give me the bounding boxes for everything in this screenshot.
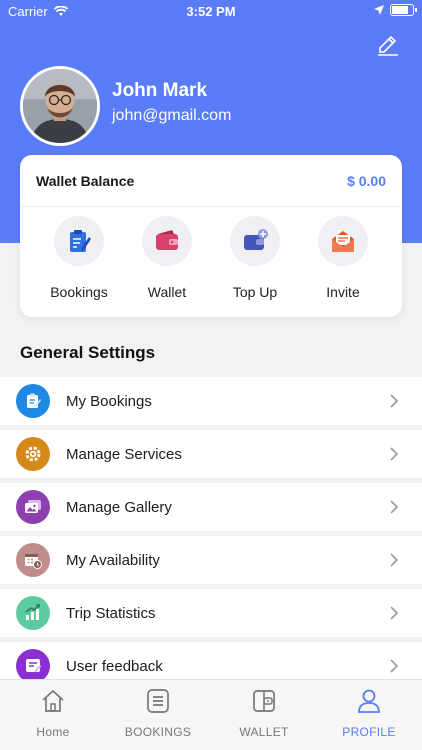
settings-item-label: Manage Services (66, 445, 182, 463)
tab-label: WALLET (239, 725, 289, 739)
home-icon (42, 689, 64, 712)
tab-label: Home (36, 725, 70, 739)
chevron-right-icon (390, 659, 399, 673)
quick-action-label: Invite (326, 284, 360, 300)
avatar-photo (23, 69, 97, 143)
clipboard-icon (16, 384, 50, 418)
settings-item-label: Trip Statistics (66, 604, 156, 622)
chart-icon (16, 596, 50, 630)
quick-action-label: Bookings (50, 284, 108, 300)
calendar-clock-icon (16, 543, 50, 577)
edit-icon[interactable] (376, 32, 400, 56)
quick-action-label: Top Up (232, 284, 278, 300)
settings-item-my-availability[interactable]: My Availability (0, 536, 422, 584)
tab-home[interactable]: Home (3, 688, 103, 739)
chevron-right-icon (390, 553, 399, 567)
settings-item-my-bookings[interactable]: My Bookings (0, 377, 422, 425)
quick-action-bookings[interactable]: Bookings (35, 216, 123, 300)
chevron-right-icon (390, 394, 399, 408)
profile-email: john@gmail.com (112, 107, 232, 124)
chevron-right-icon (390, 606, 399, 620)
settings-item-label: My Bookings (66, 392, 152, 410)
wallet-card: Wallet Balance $ 0.00 Bookings Wallet To… (20, 155, 402, 317)
list-icon (147, 689, 169, 713)
settings-item-label: Manage Gallery (66, 498, 172, 516)
tab-bookings[interactable]: BOOKINGS (108, 688, 208, 739)
envelope-open-icon (332, 231, 354, 252)
profile-name: John Mark (112, 80, 208, 101)
settings-item-label: User feedback (66, 657, 163, 675)
settings-item-label: My Availability (66, 551, 160, 569)
avatar[interactable] (20, 66, 100, 146)
gallery-icon (16, 490, 50, 524)
status-time: 3:52 PM (186, 4, 236, 19)
feedback-icon (16, 649, 50, 683)
divider (20, 206, 402, 207)
settings-item-manage-gallery[interactable]: Manage Gallery (0, 483, 422, 531)
wallet-plus-icon (244, 229, 268, 250)
location-arrow-icon (374, 5, 384, 15)
tab-label: BOOKINGS (124, 725, 192, 739)
chevron-right-icon (390, 500, 399, 514)
quick-action-wallet[interactable]: Wallet (123, 216, 211, 300)
settings-item-manage-services[interactable]: Manage Services (0, 430, 422, 478)
wallet-icon (253, 690, 275, 712)
chevron-right-icon (390, 447, 399, 461)
tab-profile[interactable]: PROFILE (319, 688, 419, 739)
clipboard-edit-icon (70, 230, 91, 252)
tab-bar: Home BOOKINGS WALLET PROFILE (0, 679, 422, 750)
wallet-icon (156, 230, 178, 250)
status-bar: Carrier 3:52 PM (0, 0, 422, 24)
tab-wallet[interactable]: WALLET (214, 688, 314, 739)
quick-action-top-up[interactable]: Top Up (211, 216, 299, 300)
wallet-balance-amount: $ 0.00 (347, 173, 386, 189)
person-icon (358, 689, 380, 713)
settings-item-trip-statistics[interactable]: Trip Statistics (0, 589, 422, 637)
quick-action-invite[interactable]: Invite (299, 216, 387, 300)
gear-icon (16, 437, 50, 471)
wallet-balance-label: Wallet Balance (36, 173, 135, 189)
tab-label: PROFILE (342, 725, 396, 739)
battery-icon (390, 4, 417, 16)
quick-action-label: Wallet (147, 284, 187, 300)
section-title: General Settings (20, 343, 156, 362)
